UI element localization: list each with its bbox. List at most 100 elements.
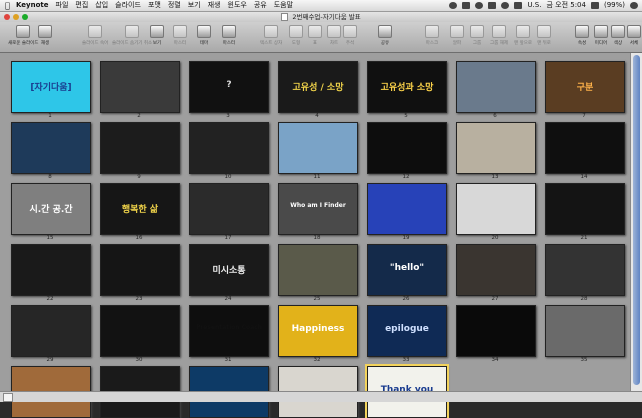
slide-thumbnail[interactable]: 시.간 공.간 [11,183,91,235]
slide-thumbnail[interactable]: ? [189,61,269,113]
view-button[interactable]: 보기 [150,25,164,46]
master-button[interactable]: 마스터 [173,25,187,46]
scroll-thumb[interactable] [633,55,640,385]
slide-thumbnail[interactable]: epilogue [367,305,447,357]
slide-thumbnail[interactable]: "hello" [367,244,447,296]
toolbar-label: 마스터 [222,41,236,46]
slide-thumbnail[interactable] [545,183,625,235]
menu-item[interactable]: 보기 [188,0,201,11]
menu-item[interactable]: 공유 [254,0,267,11]
group-button[interactable]: 그룹 [470,25,484,46]
wifi-icon[interactable] [501,2,510,9]
slide-thumbnail[interactable] [278,244,358,296]
slide-thumbnail[interactable] [456,244,536,296]
master-button[interactable]: 마스터 [222,25,236,46]
share-button[interactable]: 공유 [378,25,392,46]
menubar-clock[interactable]: 금 오전 5:04 [546,0,586,11]
shape-button[interactable]: 도형 [289,25,303,46]
textbox-button[interactable]: 텍스트 상자 [260,25,282,46]
fonts-button[interactable]: 서체 [627,25,641,46]
textbox-icon [264,25,279,38]
chart-button[interactable]: 차트 [327,25,341,46]
inspector-button[interactable]: 속성 [575,25,589,46]
menu-item[interactable]: 재생 [208,0,221,11]
ungroup-button[interactable]: 그룹 해제 [490,25,508,46]
media-button[interactable]: 미디어 [594,25,608,46]
mask-button[interactable]: 마스크 [425,25,439,46]
slide-thumbnail[interactable] [100,305,180,357]
vertical-scrollbar[interactable] [630,53,642,392]
slide-thumbnail-text: ? [226,80,232,90]
menu-item[interactable]: 삽입 [95,0,108,11]
menu-item[interactable]: 편집 [75,0,88,11]
menu-item[interactable]: 슬라이드 [115,0,141,11]
colors-button[interactable]: 색상 [611,25,625,46]
slide-thumbnail[interactable] [456,122,536,174]
table-button[interactable]: 표 [308,25,322,46]
slide-thumbnail[interactable]: 행복한 삶 [100,183,180,235]
menu-item[interactable]: 정렬 [168,0,181,11]
front-button[interactable]: 맨 앞으로 [514,25,532,46]
sync-icon[interactable] [449,2,458,9]
slide-thumbnail[interactable]: 구분 [545,61,625,113]
display-icon[interactable] [462,2,471,9]
close-button[interactable] [4,14,10,20]
slide-thumbnail[interactable] [11,244,91,296]
slide-thumbnail[interactable] [11,122,91,174]
menu-item[interactable]: 포맷 [148,0,161,11]
spotlight-icon[interactable] [630,2,638,9]
slide-thumbnail[interactable]: 미시소통 [189,244,269,296]
alpha-button[interactable]: 알파 [450,25,464,46]
slide-thumbnail[interactable] [456,61,536,113]
slide-thumbnail[interactable] [367,122,447,174]
hide-slide-button[interactable]: 슬라이드 숙어 [82,25,108,46]
slide-thumbnail[interactable]: [자기다움] [11,61,91,113]
menu-app-name[interactable]: Keynote [16,0,49,11]
apple-menu-icon[interactable]:  [5,0,10,11]
slide-thumbnail[interactable] [456,183,536,235]
document-icon [281,13,289,21]
title-bar: 2번째수업-자기다움 발표 [0,12,642,22]
slide-thumbnail[interactable] [545,244,625,296]
slide-number: 30 [135,357,143,363]
back-button[interactable]: 맨 뒤로 [537,25,551,46]
slide-thumbnail[interactable] [189,122,269,174]
slide-number: 3 [226,113,230,119]
menu-item[interactable]: 윈도우 [228,0,247,11]
input-locale[interactable]: U.S. [527,0,541,11]
battery-icon[interactable] [590,2,599,9]
slide-thumbnail[interactable]: 고유성 / 소망 [278,61,358,113]
zoom-button[interactable] [22,14,28,20]
menu-item[interactable]: 도움말 [274,0,293,11]
slide-number: 25 [313,296,321,302]
volume-icon[interactable] [514,2,523,9]
slide-thumbnail[interactable]: Presentation Coach [189,305,269,357]
time-machine-icon[interactable] [475,2,484,9]
slide-thumbnail[interactable] [367,183,447,235]
slide-thumbnail[interactable]: 고유성과 소망 [367,61,447,113]
slide-thumbnail[interactable] [545,305,625,357]
bluetooth-icon[interactable] [488,2,497,9]
comment-button[interactable]: 주석 [343,25,357,46]
status-area: U.S. 금 오전 5:04 (99%) [449,0,638,11]
unhide-slide-button[interactable]: 슬라이드 숨기기 취소 [112,25,152,46]
slide-thumbnail[interactable]: Happiness [278,305,358,357]
slide-thumbnail[interactable] [189,183,269,235]
zoom-stepper[interactable] [3,393,13,402]
slide-thumbnail[interactable] [11,305,91,357]
slide-thumbnail[interactable] [100,244,180,296]
minimize-button[interactable] [13,14,19,20]
new-slide-button[interactable]: 새로운 슬라이드 [8,25,38,46]
menu-item[interactable]: 파일 [56,0,69,11]
theme-button[interactable]: 테마 [197,25,211,46]
slide-thumbnail[interactable]: Who am I Finder [278,183,358,235]
slide-number: 8 [48,174,52,180]
slide-thumbnail[interactable] [456,305,536,357]
slide-thumbnail[interactable] [278,122,358,174]
slide-thumbnail[interactable] [545,122,625,174]
slide-thumbnail[interactable] [100,61,180,113]
front-icon [516,25,530,38]
slide-thumbnail[interactable] [100,122,180,174]
play-button[interactable]: 재생 [38,25,52,46]
slide-thumbnail-text: "hello" [389,263,425,273]
